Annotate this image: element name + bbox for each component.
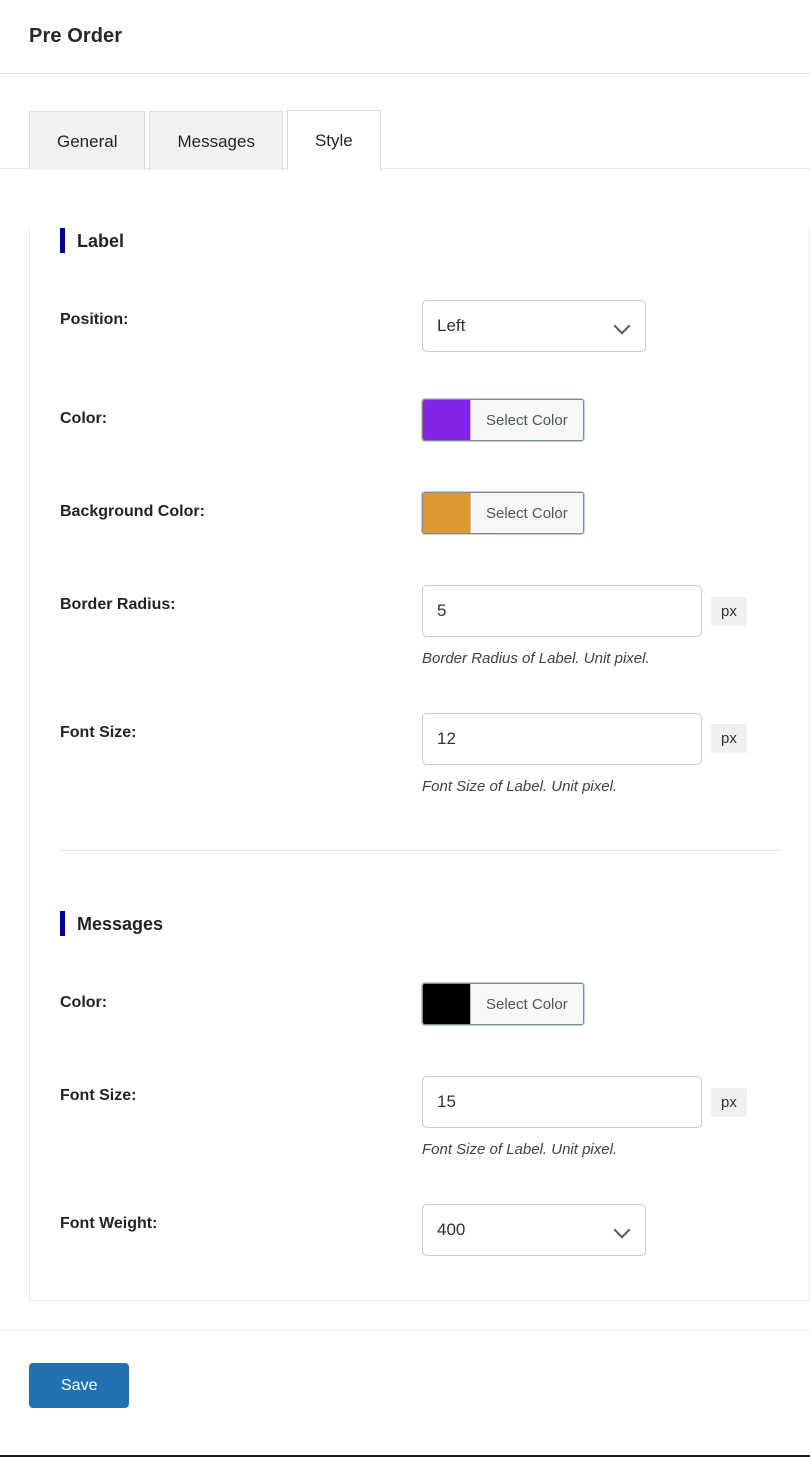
field-row-position: Position: Left: [60, 300, 779, 352]
messages-font-size-input[interactable]: [422, 1076, 702, 1128]
position-select-value: Left: [437, 316, 465, 336]
field-control-label-bg-color: Select Color: [422, 492, 779, 538]
section-divider: [60, 850, 779, 851]
label-bg-color-select-button[interactable]: Select Color: [471, 493, 583, 533]
chevron-down-icon: [615, 1222, 631, 1238]
messages-font-size-unit: px: [711, 1088, 747, 1117]
field-row-label-bg-color: Background Color: Select Color: [60, 492, 779, 538]
field-control-messages-font-size: px Font Size of Label. Unit pixel.: [422, 1076, 779, 1160]
save-button[interactable]: Save: [29, 1363, 129, 1409]
bottom-rule: [0, 1455, 810, 1457]
label-bg-color-swatch[interactable]: [423, 493, 471, 533]
label-color-picker[interactable]: Select Color: [422, 399, 584, 441]
chevron-down-icon: [615, 318, 631, 334]
label-color-swatch[interactable]: [423, 400, 471, 440]
label-color-select-button[interactable]: Select Color: [471, 400, 583, 440]
field-label-messages-font-size: Font Size:: [60, 1076, 422, 1107]
border-radius-input-line: px: [422, 585, 779, 637]
label-bg-color-picker[interactable]: Select Color: [422, 492, 584, 534]
footer-bar: Save: [0, 1330, 810, 1409]
border-radius-hint: Border Radius of Label. Unit pixel.: [422, 649, 779, 669]
field-row-messages-font-size: Font Size: px Font Size of Label. Unit p…: [60, 1076, 779, 1160]
border-radius-input[interactable]: [422, 585, 702, 637]
section-heading-messages: Messages: [60, 911, 779, 936]
field-label-position: Position:: [60, 300, 422, 331]
field-label-messages-font-weight: Font Weight:: [60, 1204, 422, 1235]
field-row-border-radius: Border Radius: px Border Radius of Label…: [60, 585, 779, 669]
accent-bar-icon: [60, 911, 65, 936]
field-row-messages-color: Color: Select Color: [60, 983, 779, 1029]
tabs-region: General Messages Style: [0, 74, 810, 169]
messages-color-select-button[interactable]: Select Color: [471, 984, 583, 1024]
messages-font-size-input-line: px: [422, 1076, 779, 1128]
field-control-label-font-size: px Font Size of Label. Unit pixel.: [422, 713, 779, 797]
field-label-messages-color: Color:: [60, 983, 422, 1014]
label-font-size-unit: px: [711, 724, 747, 753]
label-font-size-input[interactable]: [422, 713, 702, 765]
messages-font-weight-value: 400: [437, 1220, 465, 1240]
section-heading-label: Label: [60, 228, 779, 253]
accent-bar-icon: [60, 228, 65, 253]
position-select[interactable]: Left: [422, 300, 646, 352]
field-control-messages-color: Select Color: [422, 983, 779, 1029]
section-title-messages: Messages: [77, 915, 163, 933]
field-label-border-radius: Border Radius:: [60, 585, 422, 616]
page-root: Pre Order General Messages Style Label P…: [0, 0, 810, 1458]
section-messages: Messages Color: Select Color Font Size:: [30, 911, 809, 1256]
field-label-label-color: Color:: [60, 399, 422, 430]
style-settings-panel: Label Position: Left Color: Se: [29, 228, 810, 1301]
field-control-label-color: Select Color: [422, 399, 779, 445]
section-title-label: Label: [77, 232, 124, 250]
field-label-label-bg-color: Background Color:: [60, 492, 422, 523]
field-control-messages-font-weight: 400: [422, 1204, 779, 1256]
label-font-size-input-line: px: [422, 713, 779, 765]
field-row-messages-font-weight: Font Weight: 400: [60, 1204, 779, 1256]
field-label-label-font-size: Font Size:: [60, 713, 422, 744]
border-radius-unit: px: [711, 597, 747, 626]
messages-color-picker[interactable]: Select Color: [422, 983, 584, 1025]
messages-font-weight-select[interactable]: 400: [422, 1204, 646, 1256]
label-font-size-hint: Font Size of Label. Unit pixel.: [422, 777, 779, 797]
page-title: Pre Order: [29, 25, 122, 48]
messages-font-size-hint: Font Size of Label. Unit pixel.: [422, 1140, 779, 1160]
page-header: Pre Order: [0, 0, 810, 74]
tab-bar: General Messages Style: [0, 109, 810, 169]
tab-messages[interactable]: Messages: [149, 111, 282, 170]
field-control-position: Left: [422, 300, 779, 352]
tab-general[interactable]: General: [29, 111, 145, 170]
section-label: Label Position: Left Color: Se: [30, 228, 809, 796]
field-row-label-font-size: Font Size: px Font Size of Label. Unit p…: [60, 713, 779, 797]
tab-style[interactable]: Style: [287, 110, 381, 170]
field-control-border-radius: px Border Radius of Label. Unit pixel.: [422, 585, 779, 669]
messages-color-swatch[interactable]: [423, 984, 471, 1024]
field-row-label-color: Color: Select Color: [60, 399, 779, 445]
